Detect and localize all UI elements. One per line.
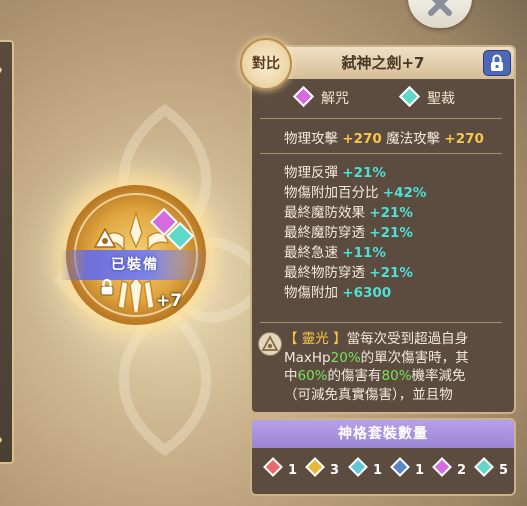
set-count-panel: 神格套裝數量 1 3 1 1 2 5 bbox=[250, 418, 516, 496]
skill-percent: 80% bbox=[381, 368, 412, 384]
set-count-value: 1 bbox=[373, 463, 383, 478]
set-count-value: 5 bbox=[499, 463, 509, 478]
stat-value: +21% bbox=[342, 165, 386, 181]
skill-percent: 20% bbox=[330, 349, 361, 366]
stat-row: 最終魔防穿透 +21% bbox=[284, 223, 426, 243]
item-level: +7 bbox=[156, 291, 183, 311]
tag-label: 解咒 bbox=[321, 91, 349, 107]
blue-diamond-icon bbox=[390, 457, 410, 477]
skill-description: 【 靈光 】當每次受到超過自身 MaxHp20%的單次傷害時，其 中60%的傷害… bbox=[256, 330, 508, 404]
stat-label: 最終急速 bbox=[284, 245, 338, 261]
set-count-item: 1 bbox=[390, 457, 425, 478]
lock-toggle-button[interactable] bbox=[483, 50, 511, 76]
tag-item: 聖裁 bbox=[398, 85, 455, 108]
warning-triangle-icon bbox=[94, 228, 116, 248]
stat-value: +42% bbox=[382, 185, 427, 201]
skill-name: 【 靈光 】 bbox=[284, 331, 347, 347]
stat-label: 物傷附加 bbox=[284, 285, 338, 301]
skill-text: MaxHp bbox=[284, 349, 331, 366]
teal-diamond-icon bbox=[398, 85, 421, 108]
teal-diamond-icon bbox=[474, 457, 494, 477]
equipped-banner: 已裝備 bbox=[60, 250, 210, 280]
stat-value: +11% bbox=[342, 245, 386, 261]
stat-value: +21% bbox=[369, 205, 413, 221]
stat-value: +270 bbox=[342, 131, 382, 147]
stat-value: +6300 bbox=[342, 285, 392, 301]
stat-value: +21% bbox=[369, 225, 413, 241]
base-stats: 物理攻擊 +270 魔法攻擊 +270 bbox=[284, 127, 484, 147]
skill-text: 當每次受到超過自身 bbox=[346, 331, 469, 347]
stat-value: +21% bbox=[369, 265, 413, 281]
set-count-item: 3 bbox=[305, 457, 340, 478]
bonus-stats-list: 物理反彈 +21% 物傷附加百分比 +42% 最終魔防效果 +21% 最終魔防穿… bbox=[284, 163, 426, 303]
stat-label: 最終魔防效果 bbox=[284, 205, 365, 221]
stat-label: 物傷附加百分比 bbox=[284, 185, 379, 201]
purple-diamond-icon bbox=[292, 85, 315, 108]
set-count-value: 1 bbox=[288, 463, 298, 478]
skill-text: 中 bbox=[284, 368, 298, 384]
skill-percent: 60% bbox=[297, 368, 328, 384]
divider bbox=[260, 118, 502, 119]
lock-icon bbox=[491, 54, 503, 71]
close-icon bbox=[428, 0, 452, 16]
set-count-title: 神格套裝數量 bbox=[252, 420, 514, 448]
aura-skill-icon bbox=[258, 332, 282, 356]
set-count-value: 2 bbox=[457, 463, 467, 478]
set-count-item: 5 bbox=[474, 457, 509, 478]
set-count-value: 3 bbox=[330, 463, 340, 478]
stat-value: +270 bbox=[444, 131, 484, 147]
tag-item: 解咒 bbox=[292, 85, 349, 108]
skill-text: 機率減免 bbox=[411, 368, 466, 384]
frame-gem bbox=[0, 62, 2, 78]
attribute-tags: 解咒 聖裁 bbox=[250, 82, 512, 116]
yellow-diamond-icon bbox=[305, 457, 325, 477]
purple-diamond-icon bbox=[432, 457, 452, 477]
set-count-item: 1 bbox=[263, 457, 298, 478]
stat-row: 物傷附加百分比 +42% bbox=[284, 183, 426, 203]
divider bbox=[260, 322, 502, 323]
stat-row: 最終急速 +11% bbox=[284, 243, 426, 263]
cyan-diamond-icon bbox=[348, 457, 368, 477]
stat-label: 物理攻擊 bbox=[284, 131, 338, 147]
tag-label: 聖裁 bbox=[427, 91, 455, 107]
stat-row: 最終魔防效果 +21% bbox=[284, 203, 426, 223]
set-count-item: 1 bbox=[348, 457, 383, 478]
set-count-value: 1 bbox=[415, 463, 425, 478]
stat-label: 最終魔防穿透 bbox=[284, 225, 365, 241]
stat-label: 魔法攻擊 bbox=[386, 131, 441, 147]
compare-button[interactable]: 對比 bbox=[240, 38, 292, 90]
stat-row: 物傷附加 +6300 bbox=[284, 283, 426, 303]
skill-text: 的單次傷害時，其 bbox=[360, 349, 469, 366]
item-name: 弑神之劍+7 bbox=[341, 54, 425, 72]
set-count-item: 2 bbox=[432, 457, 467, 478]
close-button[interactable] bbox=[408, 0, 472, 28]
stat-label: 最終物防穿透 bbox=[284, 265, 365, 281]
left-panel-frame bbox=[0, 40, 14, 464]
lock-icon bbox=[100, 278, 114, 296]
divider bbox=[260, 153, 502, 154]
frame-gem bbox=[0, 432, 2, 448]
stat-label: 物理反彈 bbox=[284, 165, 338, 181]
stat-row: 最終物防穿透 +21% bbox=[284, 263, 426, 283]
skill-text: 的傷害有 bbox=[327, 368, 382, 384]
red-diamond-icon bbox=[263, 457, 283, 477]
skill-text: （可減免真實傷害），並且物 bbox=[284, 386, 453, 403]
stat-row: 物理反彈 +21% bbox=[284, 163, 426, 183]
